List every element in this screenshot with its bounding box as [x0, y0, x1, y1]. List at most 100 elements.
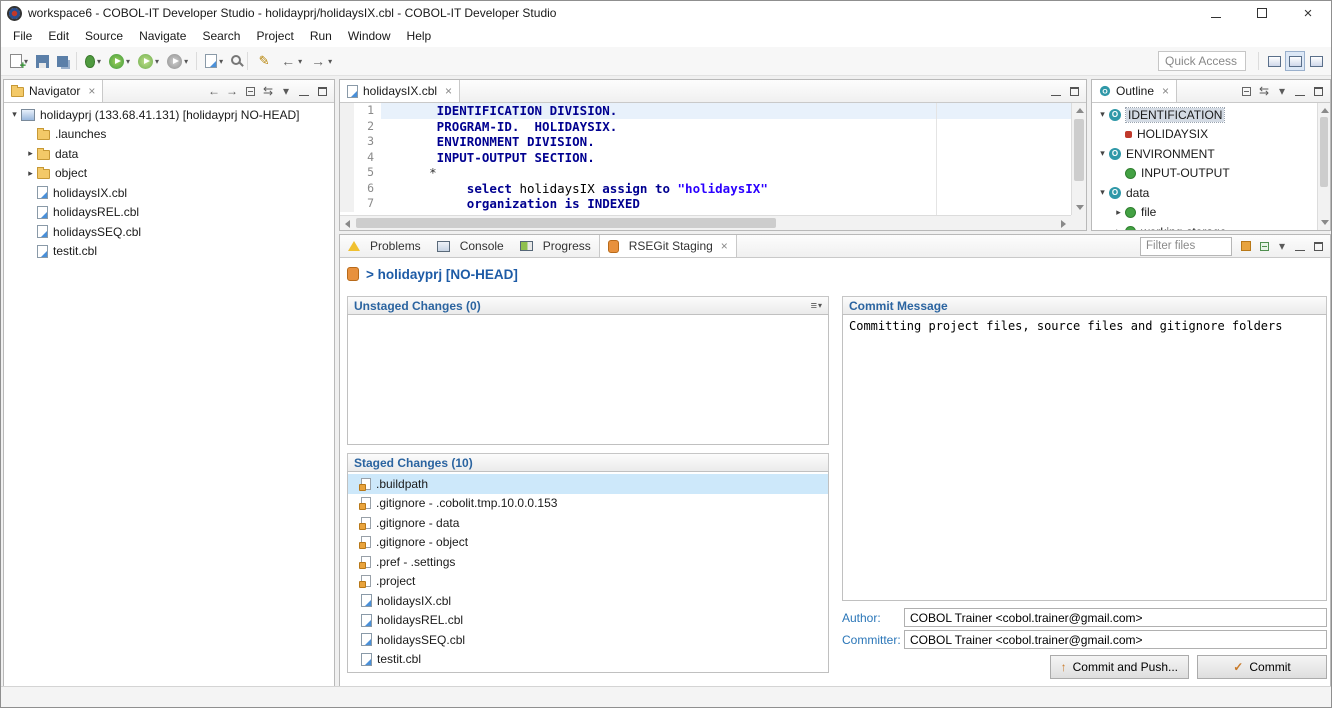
code-line[interactable]: 7 organization is INDEXED: [340, 196, 1071, 212]
outline-item-identification[interactable]: ▾IDENTIFICATION: [1092, 105, 1317, 125]
run-last-button[interactable]: ▾: [135, 50, 162, 72]
expander-icon[interactable]: ▸: [24, 148, 37, 159]
back-button[interactable]: ▾: [277, 50, 305, 72]
scroll-right-arrow[interactable]: [1056, 216, 1071, 231]
code-line[interactable]: 6 select holidaysIX assign to "holidaysI…: [340, 181, 1071, 197]
back-icon[interactable]: ←: [205, 82, 223, 100]
navigator-item-holidaysseq-cbl[interactable]: holidaysSEQ.cbl: [4, 222, 334, 242]
dropdown-arrow-icon[interactable]: ▾: [97, 57, 101, 66]
outline-item-data[interactable]: ▾data: [1092, 183, 1317, 203]
code-line[interactable]: 5 *: [340, 165, 1071, 181]
expander-icon[interactable]: ▸: [1112, 207, 1125, 218]
commit-and-push-button[interactable]: ↑ Commit and Push...: [1050, 655, 1189, 679]
debug-button[interactable]: ▾: [82, 50, 104, 72]
menu-file[interactable]: File: [5, 26, 40, 46]
navigator-item-object[interactable]: ▸object: [4, 164, 334, 184]
close-icon[interactable]: ×: [88, 84, 95, 98]
staged-item-gitignore-cobolit-tmp-10-0-0-153[interactable]: .gitignore - .cobolit.tmp.10.0.0.153: [348, 494, 828, 514]
menu-search[interactable]: Search: [194, 26, 248, 46]
view-menu-icon[interactable]: ▾: [1273, 82, 1291, 100]
dropdown-arrow-icon[interactable]: ▾: [219, 57, 223, 66]
scroll-left-arrow[interactable]: [340, 216, 355, 231]
staged-item-gitignore-object[interactable]: .gitignore - object: [348, 533, 828, 553]
expander-icon[interactable]: ▸: [24, 168, 37, 179]
presentation-menu-button[interactable]: ≡▾: [811, 300, 822, 312]
tab-progress[interactable]: Progress: [512, 235, 599, 257]
external-tools-button[interactable]: ▾: [164, 50, 191, 72]
code-line[interactable]: 4 INPUT-OUTPUT SECTION.: [340, 150, 1071, 166]
expander-icon[interactable]: ▾: [1096, 109, 1109, 120]
tab-navigator[interactable]: Navigator ×: [4, 80, 103, 102]
search-button[interactable]: [228, 50, 242, 72]
navigator-item-launches[interactable]: .launches: [4, 125, 334, 145]
run-button[interactable]: ▾: [106, 50, 133, 72]
staged-item-holidaysix-cbl[interactable]: holidaysIX.cbl: [348, 591, 828, 611]
menu-window[interactable]: Window: [340, 26, 399, 46]
code-editor[interactable]: 1 IDENTIFICATION DIVISION.2 PROGRAM-ID. …: [340, 103, 1071, 215]
close-icon[interactable]: ×: [445, 84, 452, 98]
maximize-icon[interactable]: [313, 82, 331, 100]
navigator-item-holidaysrel-cbl[interactable]: holidaysREL.cbl: [4, 203, 334, 223]
menu-project[interactable]: Project: [248, 26, 301, 46]
minimize-icon[interactable]: [1291, 82, 1309, 100]
scrollbar-thumb[interactable]: [356, 218, 776, 228]
staged-item-project[interactable]: .project: [348, 572, 828, 592]
resource-perspective-button[interactable]: [1306, 51, 1326, 71]
navigator-item-data[interactable]: ▸data: [4, 144, 334, 164]
code-line[interactable]: 1 IDENTIFICATION DIVISION.: [340, 103, 1071, 119]
quick-access[interactable]: Quick Access: [1158, 51, 1246, 71]
dropdown-arrow-icon[interactable]: ▾: [155, 57, 159, 66]
open-perspective-button[interactable]: [1264, 51, 1284, 71]
scroll-down-arrow[interactable]: [1072, 200, 1087, 215]
expander-icon[interactable]: ▾: [8, 109, 21, 120]
editor-horizontal-scrollbar[interactable]: [340, 215, 1071, 230]
close-icon[interactable]: ×: [721, 239, 728, 253]
maximize-icon[interactable]: [1309, 237, 1327, 255]
scroll-up-arrow[interactable]: [1072, 103, 1087, 118]
menu-navigate[interactable]: Navigate: [131, 26, 194, 46]
editor-vertical-scrollbar[interactable]: [1071, 103, 1086, 215]
outline-item-working-storage[interactable]: ▸working-storage: [1092, 222, 1317, 230]
collapse-all-icon[interactable]: [1237, 82, 1255, 100]
menu-help[interactable]: Help: [399, 26, 440, 46]
dropdown-arrow-icon[interactable]: ▾: [298, 57, 302, 66]
compare-mode-icon[interactable]: [1237, 237, 1255, 255]
minimize-icon[interactable]: [295, 82, 313, 100]
dropdown-arrow-icon[interactable]: ▾: [184, 57, 188, 66]
maximize-icon[interactable]: [1309, 82, 1327, 100]
dropdown-arrow-icon[interactable]: ▾: [126, 57, 130, 66]
minimize-icon[interactable]: [1047, 82, 1065, 100]
staged-item-pref-settings[interactable]: .pref - .settings: [348, 552, 828, 572]
author-input[interactable]: [904, 608, 1327, 627]
staged-item-holidaysseq-cbl[interactable]: holidaysSEQ.cbl: [348, 630, 828, 650]
code-line[interactable]: 2 PROGRAM-ID. HOLIDAYSIX.: [340, 119, 1071, 135]
expand-all-icon[interactable]: [1255, 237, 1273, 255]
outline-item-environment[interactable]: ▾ENVIRONMENT: [1092, 144, 1317, 164]
save-button[interactable]: [33, 50, 52, 72]
scrollbar-thumb[interactable]: [1320, 117, 1328, 187]
last-edit-location-button[interactable]: [253, 50, 275, 72]
link-with-editor-icon[interactable]: ⇆: [259, 82, 277, 100]
navigator-item-testit-cbl[interactable]: testit.cbl: [4, 242, 334, 262]
close-icon[interactable]: ×: [1162, 84, 1169, 98]
tab-console[interactable]: Console: [429, 235, 512, 257]
staged-item-testit-cbl[interactable]: testit.cbl: [348, 650, 828, 670]
cobol-perspective-button[interactable]: [1285, 51, 1305, 71]
unstaged-changes-list[interactable]: [347, 314, 829, 445]
commit-message-input[interactable]: Committing project files, source files a…: [843, 315, 1326, 600]
expander-icon[interactable]: ▾: [1096, 187, 1109, 198]
staged-item-holidaysrel-cbl[interactable]: holidaysREL.cbl: [348, 611, 828, 631]
close-button[interactable]: ×: [1285, 1, 1331, 25]
menu-run[interactable]: Run: [302, 26, 340, 46]
maximize-icon[interactable]: [1065, 82, 1083, 100]
link-with-editor-icon[interactable]: ⇆: [1255, 82, 1273, 100]
maximize-button[interactable]: [1239, 1, 1285, 25]
menu-source[interactable]: Source: [77, 26, 131, 46]
new-wizard-button[interactable]: ▾: [7, 50, 31, 72]
repository-header[interactable]: > holidayprj [NO-HEAD]: [347, 262, 518, 286]
outline-item-input-output[interactable]: INPUT-OUTPUT: [1092, 164, 1317, 184]
outline-item-holidaysix[interactable]: HOLIDAYSIX: [1092, 125, 1317, 145]
expander-icon[interactable]: ▾: [1096, 148, 1109, 159]
menu-edit[interactable]: Edit: [40, 26, 77, 46]
staged-item-buildpath[interactable]: .buildpath: [348, 474, 828, 494]
